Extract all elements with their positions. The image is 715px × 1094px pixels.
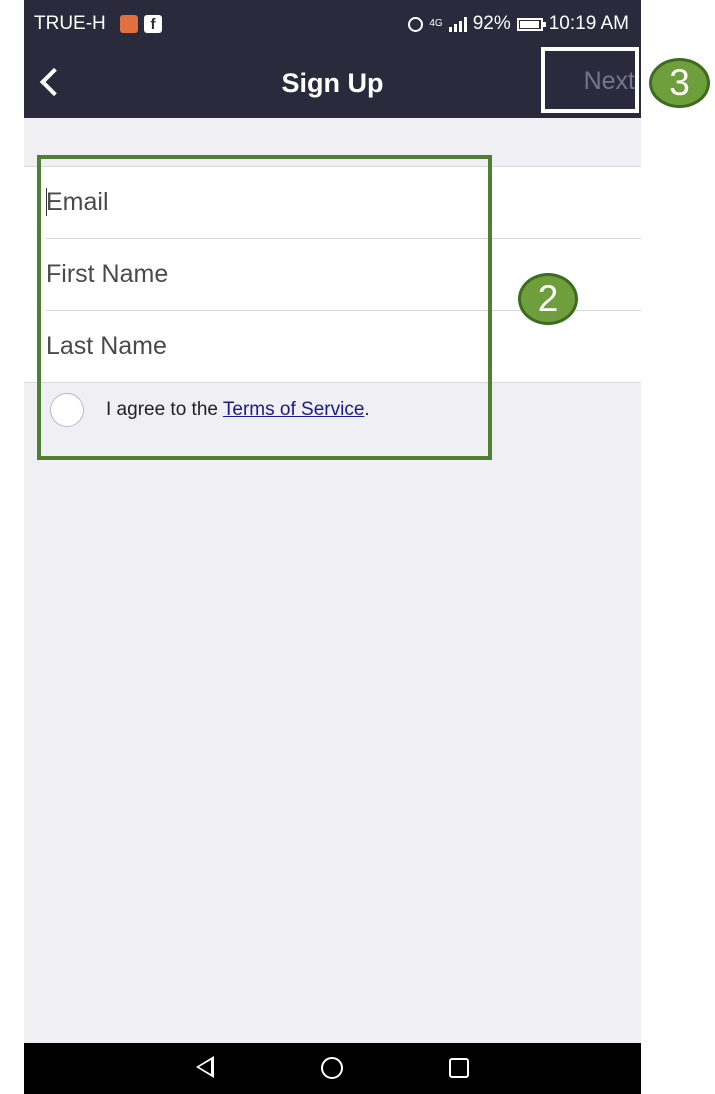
facebook-icon: f <box>144 15 162 33</box>
carrier-name: TRUE-H <box>34 13 106 34</box>
system-nav-bar <box>24 1043 641 1094</box>
network-type: 4G <box>429 18 443 29</box>
step-badge-2: 2 <box>518 273 578 325</box>
system-home-icon[interactable] <box>321 1057 343 1079</box>
clock: 10:19 AM <box>548 13 629 34</box>
alarm-icon <box>408 16 424 32</box>
mail-notification-icon <box>120 15 138 33</box>
battery-percent: 92% <box>472 13 511 34</box>
next-highlight-box <box>541 47 639 113</box>
status-indicators: 4G 92% 10:19 AM <box>408 13 629 35</box>
signal-icon <box>448 16 467 32</box>
status-bar: TRUE-H f 4G 92% 10:19 AM <box>24 0 641 48</box>
system-back-icon[interactable] <box>196 1056 214 1078</box>
form-highlight-box <box>37 155 492 460</box>
step-badge-3: 3 <box>649 58 710 108</box>
battery-icon <box>516 17 546 31</box>
system-recents-icon[interactable] <box>449 1058 469 1078</box>
